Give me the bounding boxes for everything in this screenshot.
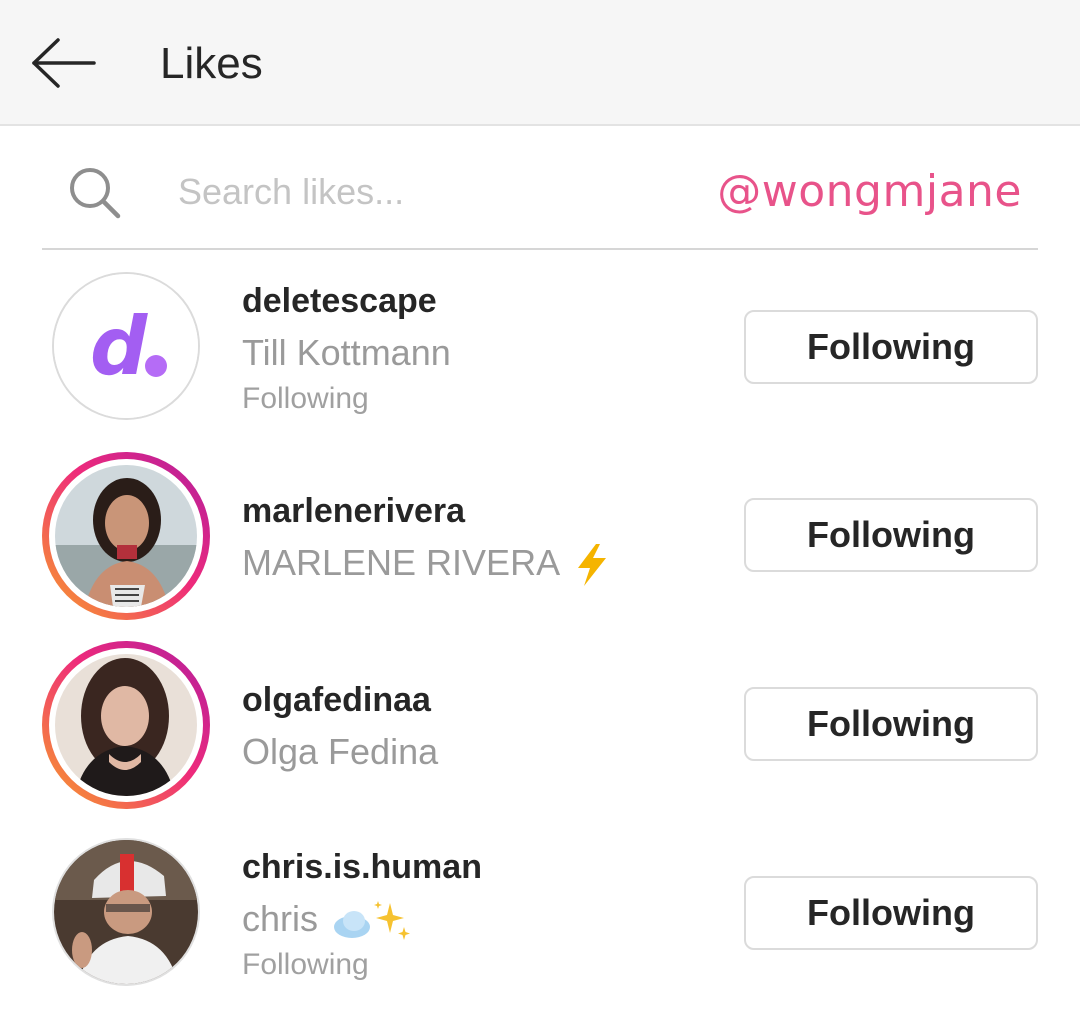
page-title: Likes [160, 39, 263, 88]
svg-text:d: d [90, 300, 148, 393]
search-bar: @wongmjane [42, 150, 1038, 250]
avatar[interactable] [42, 641, 210, 809]
search-input[interactable] [178, 164, 698, 220]
full-name: MARLENE RIVERA [242, 542, 561, 583]
username[interactable]: deletescape [242, 282, 437, 321]
top-bar: Likes [0, 0, 1080, 126]
cloud-sparkles-icon [334, 901, 411, 941]
following-button[interactable]: Following [744, 876, 1038, 950]
d-logo-icon: d [90, 300, 167, 393]
username[interactable]: olgafedinaa [242, 681, 431, 720]
full-name-row: chris [242, 898, 412, 941]
full-name: Till Kottmann [242, 332, 451, 373]
list-item[interactable]: d deletescape Till Kottmann Following Fo… [0, 272, 1080, 462]
following-button[interactable]: Following [744, 687, 1038, 761]
profile-photo [55, 654, 197, 796]
arrow-left-icon[interactable] [28, 36, 98, 90]
avatar[interactable] [42, 452, 210, 620]
list-item[interactable]: marlenerivera MARLENE RIVERA Following [0, 452, 1080, 642]
profile-photo [54, 840, 198, 984]
following-button[interactable]: Following [744, 498, 1038, 572]
username[interactable]: chris.is.human [242, 848, 482, 887]
full-name: chris [242, 898, 319, 939]
profile-photo [55, 465, 197, 607]
search-icon [70, 168, 121, 219]
list-item[interactable]: chris.is.human chris Following Following [0, 838, 1080, 1028]
full-name: Olga Fedina [242, 731, 439, 772]
watermark-text: @wongmjane [717, 166, 1022, 217]
avatar[interactable]: d [52, 272, 200, 420]
list-item[interactable]: olgafedinaa Olga Fedina Following [0, 641, 1080, 831]
lightning-icon [578, 544, 607, 587]
following-status: Following [242, 948, 369, 981]
full-name-row: MARLENE RIVERA [242, 542, 610, 587]
following-status: Following [242, 382, 369, 415]
avatar[interactable] [52, 838, 200, 986]
username[interactable]: marlenerivera [242, 492, 465, 531]
following-button[interactable]: Following [744, 310, 1038, 384]
